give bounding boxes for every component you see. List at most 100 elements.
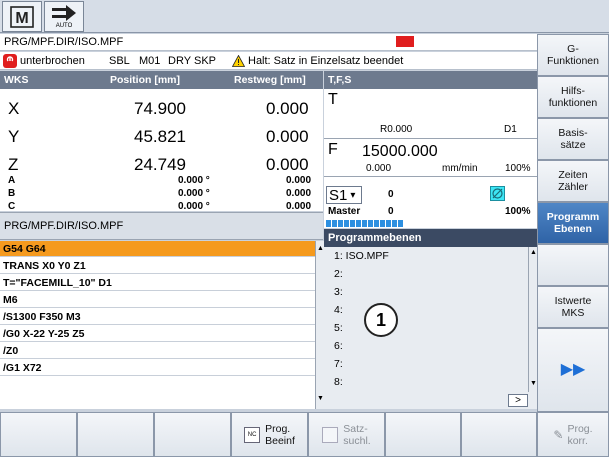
level-item[interactable]: 6: [334,340,343,352]
chevron-down-icon: ▾ [350,189,356,201]
top-bar: M AUTO [0,0,609,33]
tfs-header: T,F,S [324,71,537,89]
softkey-istwerte-mks[interactable]: Istwerte MKS [537,286,609,328]
axis-restweg: 0.000 [266,155,309,174]
levels-list[interactable]: 1: ISO.MPF 2: 3: 4: 5: 6: 7: 8: 1 [324,247,528,392]
next-page-icon: ▶▶ [560,361,586,378]
axis-row-x: X 74.900 0.000 [0,99,323,121]
scroll-up-icon[interactable]: ▲ [317,245,324,252]
spindle-value: 0 [388,189,394,200]
svg-text:M: M [15,10,28,27]
softkey-next-page[interactable]: ▶▶ [537,328,609,412]
more-label: > [515,395,521,406]
level-item[interactable]: 8: [334,376,343,388]
program-line[interactable]: /S1300 F350 M3 [0,309,315,325]
softkey-empty[interactable] [537,244,609,286]
softkey-label: Istwerte MKS [554,295,592,319]
status-message: Halt: Satz in Einzelsatz beendet [248,54,404,67]
program-line[interactable]: /G0 X-22 Y-25 Z5 [0,326,315,342]
program-line[interactable]: TRANS X0 Y0 Z1 [0,258,315,274]
program-line[interactable]: G54 G64 [0,241,315,257]
axis-position: 24.749 [134,155,186,174]
prog-korr-button[interactable]: ✎ Prog. korr. [537,412,609,457]
axis-name: A [8,175,16,186]
scroll-up-icon[interactable]: ▲ [530,249,537,256]
satz-suchl-button[interactable]: Satz- suchl. [308,412,385,457]
softkey-label: G- Funktionen [547,43,599,67]
softkey-zeiten-zaehler[interactable]: Zeiten Zähler [537,160,609,202]
tool-label: T [328,91,338,108]
auto-mode-button[interactable]: AUTO [44,1,84,32]
softkey-label: Programm Ebenen [546,211,600,235]
wks-panel: WKS Position [mm] Restweg [mm] X 74.900 … [0,71,323,212]
program-scrollbar[interactable]: ▲ ▼ [315,241,324,409]
axis-restweg: 0.000 [266,99,309,118]
line-text: /G1 X72 [3,361,42,374]
axis-name: B [8,188,16,199]
master-label: Master [328,206,361,217]
pencil-icon: ✎ [553,427,564,442]
program-path: PRG/MPF.DIR/ISO.MPF [4,36,124,48]
level-item[interactable]: 3: [334,286,343,298]
level-item[interactable]: 2: [334,268,343,280]
prog-beeinf-button[interactable]: NC Prog. Beeinf [231,412,308,457]
spindle-override: 100% [505,206,531,217]
axis-row-a: A 0.000 ° 0.000 [0,175,323,188]
line-text: /S1300 F350 M3 [3,310,81,323]
bottom-softkey-7[interactable] [461,412,537,457]
spindle-name: S1 [329,186,348,204]
feed-actual: 0.000 [366,163,392,174]
program-line[interactable]: T="FACEMILL_10" D1 [0,275,315,291]
wks-header: WKS Position [mm] Restweg [mm] [0,71,323,89]
levels-panel: Programmebenen 1: ISO.MPF 2: 3: 4: 5: 6:… [324,229,537,409]
m01-text: M01 [139,54,161,67]
line-text: /G0 X-22 Y-25 Z5 [3,327,85,340]
level-item[interactable]: 5: [334,322,343,334]
level-item[interactable]: 4: [334,304,343,316]
bottom-softkey-1[interactable] [0,412,77,457]
machine-icon[interactable]: M [2,1,42,32]
alarm-indicator [396,36,414,47]
bottom-softkey-6[interactable] [385,412,461,457]
softkey-g-funktionen[interactable]: G- Funktionen [537,34,609,76]
feed-unit: mm/min [442,163,478,174]
state-text: unterbrochen [20,54,85,67]
program-list[interactable]: G54 G64 TRANS X0 Y0 Z1 T="FACEMILL_10" D… [0,241,315,409]
level-item[interactable]: 1: ISO.MPF [334,250,389,262]
dry-text: DRY [168,54,192,67]
status-bar: unterbrochen SBL M01 DRY SKP Halt: Satz … [0,52,537,70]
warning-icon [231,54,246,70]
divider [324,138,537,139]
line-text: G54 G64 [3,242,46,255]
axis-restweg: 0.000 [286,188,312,199]
level-item[interactable]: 7: [334,358,343,370]
axis-row-y: Y 45.821 0.000 [0,127,323,149]
callout-marker: 1 [364,303,398,337]
spindle-load-bar [326,220,404,227]
softkey-basissaetze[interactable]: Basis- sätze [537,118,609,160]
program-header: PRG/MPF.DIR/ISO.MPF [0,212,323,240]
softkey-programm-ebenen[interactable]: Programm Ebenen [537,202,609,244]
auto-label: AUTO [55,22,73,29]
axis-row-b: B 0.000 ° 0.000 [0,188,323,201]
softkey-label: Zeiten Zähler [558,169,588,193]
program-line[interactable]: M6 [0,292,315,308]
softkey-hilfsfunktionen[interactable]: Hilfs- funktionen [537,76,609,118]
feed-label: F [328,141,338,158]
callout-number: 1 [375,309,386,330]
softkey-label: Prog. Beeinf [265,422,295,447]
scroll-down-icon[interactable]: ▼ [530,380,537,387]
bottom-softkey-2[interactable] [77,412,154,457]
program-line[interactable]: /G1 X72 [0,360,315,376]
skp-text: SKP [194,54,217,67]
bottom-softkey-3[interactable] [154,412,231,457]
interrupted-icon [3,54,17,68]
spindle-select[interactable]: S1 ▾ [326,186,362,204]
master-value: 0 [388,206,394,217]
program-line[interactable]: /Z0 [0,343,315,359]
more-button[interactable]: > [508,394,528,407]
arrow-right-icon [52,4,76,21]
levels-scrollbar[interactable]: ▲ ▼ [528,247,537,392]
d-value: D1 [504,124,517,135]
scroll-down-icon[interactable]: ▼ [317,395,324,402]
